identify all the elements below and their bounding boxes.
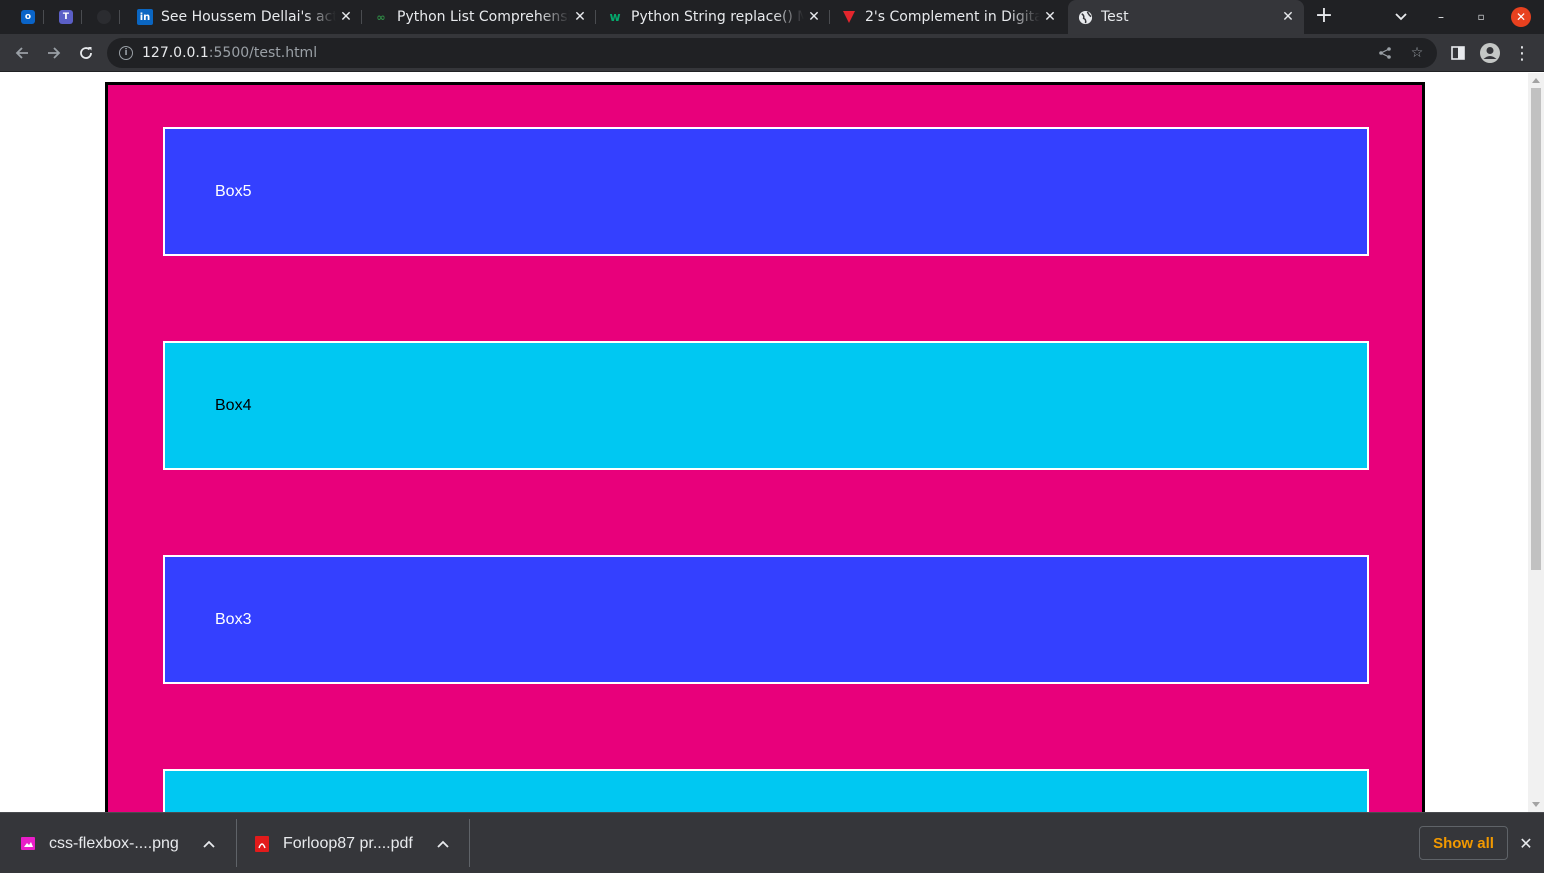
github-icon bbox=[97, 10, 111, 24]
restore-button[interactable]: ▫ bbox=[1472, 8, 1490, 26]
tab-strip: o T in See Houssem Dellai's activity ✕ ∞… bbox=[0, 0, 1544, 34]
forward-arrow-icon bbox=[48, 47, 61, 59]
profile-button[interactable] bbox=[1478, 41, 1502, 65]
tab-test[interactable]: Test ✕ bbox=[1068, 0, 1304, 34]
box-3: Box3 bbox=[163, 555, 1369, 684]
url-text[interactable]: 127.0.0.1:5500/test.html bbox=[142, 45, 317, 61]
back-arrow-icon bbox=[15, 47, 28, 59]
show-all-button[interactable]: Show all bbox=[1419, 826, 1508, 860]
w3schools-icon: w bbox=[609, 10, 621, 24]
download-filename: css-flexbox-....png bbox=[49, 834, 179, 852]
tab-title: See Houssem Dellai's activity bbox=[161, 9, 336, 25]
download-item-png[interactable]: css-flexbox-....png bbox=[0, 813, 237, 874]
window-close-button[interactable]: ✕ bbox=[1511, 7, 1531, 27]
tab-linkedin[interactable]: in See Houssem Dellai's activity ✕ bbox=[128, 4, 362, 30]
side-panel-button[interactable] bbox=[1446, 41, 1470, 65]
new-tab-button[interactable]: + bbox=[1312, 5, 1336, 28]
globe-icon bbox=[1077, 9, 1093, 25]
page-viewport: Box5 Box4 Box3 bbox=[0, 73, 1544, 812]
tab-title: Test bbox=[1101, 9, 1129, 25]
tab-title: 2's Complement in Digital bbox=[865, 9, 1040, 25]
box-2 bbox=[163, 769, 1369, 812]
close-icon[interactable]: ✕ bbox=[570, 7, 590, 27]
vertical-scrollbar[interactable] bbox=[1528, 73, 1544, 812]
back-button[interactable] bbox=[10, 41, 34, 65]
download-shelf: css-flexbox-....png Forloop87 pr....pdf … bbox=[0, 812, 1544, 873]
tab-search-button[interactable] bbox=[1392, 8, 1410, 26]
close-icon[interactable]: ✕ bbox=[1516, 833, 1536, 853]
browser-toolbar: i 127.0.0.1:5500/test.html ☆ ⋮ bbox=[0, 34, 1544, 72]
vedantu-icon bbox=[841, 9, 857, 25]
download-item-pdf[interactable]: Forloop87 pr....pdf bbox=[237, 813, 470, 874]
reload-button[interactable] bbox=[74, 41, 98, 65]
url-path: :5500/test.html bbox=[208, 45, 318, 61]
download-filename: Forloop87 pr....pdf bbox=[283, 834, 413, 852]
avatar-icon bbox=[1480, 43, 1500, 63]
site-info-icon[interactable]: i bbox=[119, 46, 133, 60]
pinned-tab-outlook[interactable]: o bbox=[12, 4, 44, 30]
box-5: Box5 bbox=[163, 127, 1369, 256]
tab-geeksforgeeks[interactable]: ∞ Python List Comprehension ✕ bbox=[364, 4, 596, 30]
pdf-file-icon bbox=[255, 835, 269, 852]
scroll-down-arrow-icon[interactable] bbox=[1532, 802, 1540, 807]
teams-icon: T bbox=[59, 10, 73, 24]
reload-icon bbox=[80, 47, 92, 59]
close-icon[interactable]: ✕ bbox=[1040, 7, 1060, 27]
bookmark-star-icon[interactable]: ☆ bbox=[1407, 43, 1427, 63]
pinned-tab-github[interactable] bbox=[88, 4, 120, 30]
side-panel-icon bbox=[1451, 46, 1465, 60]
close-icon[interactable]: ✕ bbox=[336, 7, 356, 27]
scroll-up-arrow-icon[interactable] bbox=[1532, 78, 1540, 83]
image-file-icon bbox=[21, 836, 35, 852]
tab-w3schools[interactable]: w Python String replace() Method ✕ bbox=[598, 4, 830, 30]
tab-title: Python List Comprehension bbox=[397, 9, 570, 25]
tab-title: Python String replace() Method bbox=[631, 9, 804, 25]
chevron-up-icon[interactable] bbox=[203, 837, 215, 851]
scrollbar-thumb[interactable] bbox=[1531, 88, 1541, 570]
close-icon[interactable]: ✕ bbox=[804, 7, 824, 27]
geeksforgeeks-icon: ∞ bbox=[376, 10, 386, 24]
chevron-up-icon[interactable] bbox=[437, 837, 449, 851]
pinned-tab-teams[interactable]: T bbox=[50, 4, 82, 30]
box-4: Box4 bbox=[163, 341, 1369, 470]
minimize-button[interactable]: – bbox=[1432, 8, 1450, 26]
address-bar[interactable]: i 127.0.0.1:5500/test.html ☆ bbox=[107, 38, 1437, 68]
close-icon[interactable]: ✕ bbox=[1278, 7, 1298, 27]
url-host: 127.0.0.1 bbox=[142, 45, 209, 61]
tab-vedantu[interactable]: 2's Complement in Digital ✕ bbox=[832, 4, 1066, 30]
box-label: Box3 bbox=[215, 610, 252, 628]
outlook-icon: o bbox=[21, 10, 35, 24]
share-icon[interactable] bbox=[1375, 43, 1395, 63]
forward-button[interactable] bbox=[42, 41, 66, 65]
flex-container: Box5 Box4 Box3 bbox=[105, 82, 1425, 812]
box-label: Box5 bbox=[215, 182, 252, 200]
linkedin-icon: in bbox=[137, 9, 153, 25]
box-label: Box4 bbox=[215, 396, 252, 414]
menu-kebab-icon[interactable]: ⋮ bbox=[1510, 41, 1534, 65]
